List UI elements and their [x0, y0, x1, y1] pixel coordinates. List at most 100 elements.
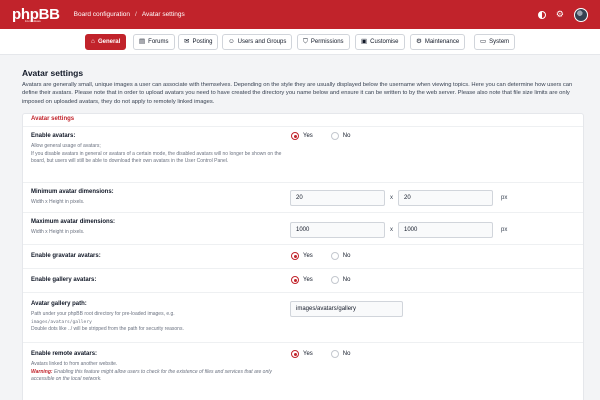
radio-label: No: [342, 351, 351, 357]
logo-subtitle: forum software: [25, 19, 41, 23]
tab-label: Users and Groups: [237, 39, 287, 45]
panel-legend: Avatar settings: [31, 116, 75, 122]
page-description: Avatars are generally small, unique imag…: [22, 82, 573, 105]
gallery-path-label: Avatar gallery path:: [31, 301, 87, 307]
tab-permissions[interactable]: ⛉ Permissions: [297, 34, 350, 50]
radio-selected-icon: [291, 276, 299, 284]
radio-selected-icon: [291, 132, 299, 140]
tab-customise[interactable]: ▣ Customise: [355, 34, 405, 50]
gallery-label: Enable gallery avatars:: [31, 277, 97, 283]
dimension-separator: x: [390, 227, 393, 233]
radio-label: No: [342, 277, 351, 283]
dimension-separator: x: [390, 195, 393, 201]
min-height-input[interactable]: 20: [398, 190, 493, 206]
shield-icon: ⛉: [303, 37, 308, 45]
posting-icon: ✉: [184, 37, 190, 45]
remote-avatars-yes[interactable]: Yes: [291, 350, 313, 358]
row-min-dimensions: Minimum avatar dimensions: Width x Heigh…: [23, 182, 583, 212]
header-actions: ⚙: [537, 7, 588, 22]
radio-unselected-icon: [330, 276, 339, 284]
tab-forums[interactable]: ▤ Forums: [133, 34, 175, 50]
tab-label: General: [97, 39, 121, 45]
gallery-radios: Yes No: [291, 276, 350, 284]
unit-px: px: [501, 227, 508, 233]
warning-label: Warning:: [31, 368, 53, 375]
max-dimensions-label: Maximum avatar dimensions:: [31, 219, 116, 225]
radio-label: Yes: [303, 133, 313, 139]
tab-label: Forums: [148, 39, 169, 45]
maintenance-icon: ⚙: [416, 37, 422, 45]
page-title: Avatar settings: [22, 68, 84, 78]
enable-avatars-radios: Yes No: [291, 132, 350, 140]
breadcrumb-separator: /: [135, 11, 137, 18]
gravatar-yes[interactable]: Yes: [291, 252, 313, 260]
home-icon: ⌂: [91, 37, 95, 45]
tab-users-and-groups[interactable]: ☺ Users and Groups: [222, 34, 293, 50]
breadcrumb-board-configuration[interactable]: Board configuration: [74, 11, 130, 18]
max-height-input[interactable]: 1000: [398, 222, 493, 238]
row-gallery-path: Avatar gallery path: Path under your php…: [23, 292, 583, 342]
forums-icon: ▤: [139, 37, 146, 45]
breadcrumb-avatar-settings[interactable]: Avatar settings: [142, 11, 185, 18]
min-dimensions-label: Minimum avatar dimensions:: [31, 189, 114, 195]
remote-avatars-no[interactable]: No: [330, 350, 351, 358]
radio-label: Yes: [303, 277, 313, 283]
remote-avatars-radios: Yes No: [291, 350, 350, 358]
enable-avatars-label: Enable avatars:: [31, 133, 76, 139]
gravatar-no[interactable]: No: [330, 252, 351, 260]
top-bar: phpBB forum software Board configuration…: [0, 0, 600, 29]
enable-avatars-no[interactable]: No: [330, 132, 351, 140]
help-line: Avatars linked to from another website.: [31, 361, 118, 367]
tab-label: Maintenance: [424, 39, 460, 45]
tab-posting[interactable]: ✉ Posting: [178, 34, 219, 50]
user-avatar[interactable]: [574, 7, 588, 22]
gear-icon[interactable]: ⚙: [556, 10, 564, 19]
row-remote-avatars: Enable remote avatars: Avatars linked to…: [23, 342, 583, 400]
unit-px: px: [501, 195, 508, 201]
enable-avatars-yes[interactable]: Yes: [291, 132, 313, 140]
max-width-input[interactable]: 1000: [290, 222, 385, 238]
gravatar-label: Enable gravatar avatars:: [31, 253, 101, 259]
remote-avatars-label: Enable remote avatars:: [31, 351, 98, 357]
row-gravatar: Enable gravatar avatars: Yes No: [23, 244, 583, 268]
tab-maintenance[interactable]: ⚙ Maintenance: [410, 34, 466, 50]
help-line: Double dots like ../ will be stripped fr…: [31, 326, 184, 333]
radio-label: No: [342, 133, 351, 139]
radio-unselected-icon: [330, 132, 339, 140]
radio-label: Yes: [303, 253, 313, 259]
row-gallery: Enable gallery avatars: Yes No: [23, 268, 583, 292]
tab-label: Customise: [370, 39, 399, 45]
row-max-dimensions: Maximum avatar dimensions: Width x Heigh…: [23, 212, 583, 244]
gallery-path-input[interactable]: images/avatars/gallery: [290, 301, 403, 317]
radio-selected-icon: [291, 252, 299, 260]
min-width-input[interactable]: 20: [290, 190, 385, 206]
tab-general[interactable]: ⌂ General: [85, 34, 127, 50]
radio-label: Yes: [303, 351, 313, 357]
radio-label: No: [342, 253, 351, 259]
gallery-path-help: Path under your phpBB root directory for…: [31, 311, 296, 334]
warning-text: Enabling this feature might allow users …: [31, 368, 272, 383]
customise-icon: ▣: [361, 37, 368, 45]
max-dimensions-help: Width x Height in pixels.: [31, 229, 85, 235]
help-code: images/avatars/gallery: [31, 319, 92, 325]
tab-system[interactable]: ▭ System: [474, 34, 516, 50]
row-enable-avatars: Enable avatars: Allow general usage of a…: [23, 126, 583, 182]
tab-bar: ⌂ General ▤ Forums ✉ Posting ☺ Users and…: [0, 29, 600, 55]
min-dimensions-help: Width x Height in pixels.: [31, 199, 85, 205]
breadcrumb: Board configuration / Avatar settings: [74, 11, 185, 18]
tab-label: Posting: [192, 39, 213, 45]
tab-label: System: [489, 39, 510, 45]
remote-avatars-help: Avatars linked to from another website. …: [31, 361, 296, 384]
phpbb-logo[interactable]: phpBB forum software: [12, 7, 60, 23]
contrast-icon[interactable]: [537, 10, 546, 19]
gravatar-radios: Yes No: [291, 252, 350, 260]
radio-unselected-icon: [330, 350, 339, 358]
gallery-no[interactable]: No: [330, 276, 351, 284]
help-line: Path under your phpBB root directory for…: [31, 311, 175, 317]
system-icon: ▭: [480, 37, 487, 45]
users-icon: ☺: [228, 37, 235, 45]
help-line: Allow general usage of avatars;: [31, 143, 101, 149]
enable-avatars-help: Allow general usage of avatars; If you d…: [31, 143, 296, 166]
help-line: If you disable avatars in general or ava…: [31, 150, 282, 165]
gallery-yes[interactable]: Yes: [291, 276, 313, 284]
